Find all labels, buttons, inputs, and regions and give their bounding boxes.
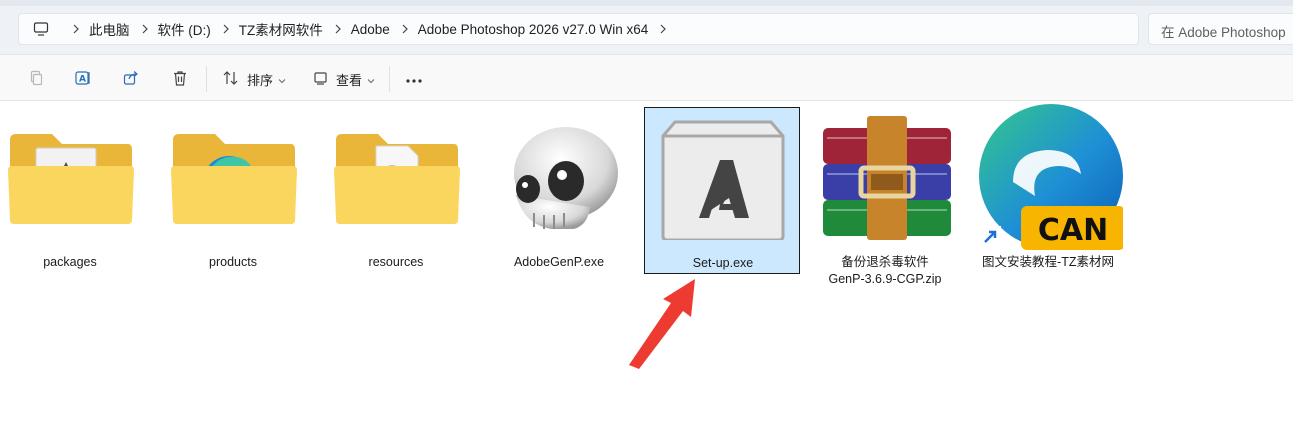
file-name: resources [368, 255, 424, 269]
address-bar[interactable]: 此电脑 软件 (D:) TZ素材网软件 Adobe Adobe Photosho… [18, 13, 1139, 45]
breadcrumb-item-photoshop[interactable]: Adobe Photoshop 2026 v27.0 Win x64 [392, 14, 650, 44]
file-name: 备份退杀毒软件 GenP-3.6.9-CGP.zip [807, 254, 963, 288]
more-button[interactable] [400, 64, 428, 94]
breadcrumb-label[interactable]: Adobe [351, 22, 392, 37]
more-icon [405, 72, 423, 87]
share-button[interactable] [117, 64, 145, 94]
file-item-setup[interactable]: Set-up.exe [644, 107, 800, 274]
skull-icon [481, 107, 637, 247]
file-name: products [209, 255, 257, 269]
file-name: packages [43, 255, 97, 269]
file-item-resources[interactable]: resources [318, 107, 474, 273]
breadcrumb-label[interactable]: 此电脑 [89, 19, 132, 39]
can-badge: CAN [1038, 213, 1108, 248]
folder-icon [0, 107, 148, 247]
chevron-right-icon[interactable] [650, 24, 676, 34]
chevron-down-icon [367, 72, 375, 87]
file-name-line2: GenP-3.6.9-CGP.zip [828, 272, 942, 286]
command-bar: A 排序 查看 [0, 54, 1293, 101]
breadcrumb-expand[interactable] [650, 14, 676, 44]
view-button[interactable]: 查看 [308, 64, 380, 94]
breadcrumb-item-adobe[interactable]: Adobe [325, 14, 392, 44]
file-item-genp-zip[interactable]: 备份退杀毒软件 GenP-3.6.9-CGP.zip [807, 107, 963, 286]
rename-icon: A [74, 69, 92, 90]
delete-button[interactable] [166, 64, 194, 94]
breadcrumb-item-drive-d[interactable]: 软件 (D:) [132, 14, 213, 44]
svg-text:A: A [79, 74, 86, 84]
folder-icon [318, 107, 474, 247]
annotation-arrow-icon [625, 277, 705, 374]
breadcrumb-label[interactable]: 软件 (D:) [158, 19, 213, 39]
chevron-right-icon[interactable] [63, 24, 89, 34]
breadcrumb-label[interactable]: TZ素材网软件 [239, 19, 325, 39]
rename-button[interactable]: A [69, 64, 97, 94]
file-name: 图文安装教程-TZ素材网 [982, 255, 1114, 269]
computer-icon[interactable] [19, 21, 63, 37]
breadcrumb-item-tz[interactable]: TZ素材网软件 [213, 14, 325, 44]
folder-icon [155, 107, 311, 247]
search-input[interactable]: 在 Adobe Photoshop [1148, 13, 1293, 45]
file-item-products[interactable]: products [155, 107, 311, 273]
tab-edge [0, 0, 1293, 6]
chevron-down-icon [278, 72, 286, 87]
file-item-tutorial-shortcut[interactable]: CAN 图文安装教程-TZ素材网 [970, 104, 1126, 273]
file-name: Set-up.exe [692, 256, 754, 270]
file-list: packages products resources AdobeGenP.ex… [0, 101, 1293, 441]
file-item-packages[interactable]: packages [0, 107, 148, 273]
sort-icon [222, 70, 240, 89]
toolbar-divider [389, 66, 390, 92]
share-icon [122, 69, 140, 90]
view-icon [313, 71, 329, 88]
chevron-right-icon[interactable] [325, 24, 351, 34]
sort-label: 排序 [246, 72, 273, 88]
copy-icon [27, 69, 45, 90]
breadcrumb-item-this-pc[interactable]: 此电脑 [63, 14, 132, 44]
edge-icon: CAN [970, 104, 1126, 250]
view-label: 查看 [335, 72, 362, 88]
adobe-installer-icon [645, 108, 801, 248]
breadcrumb-label[interactable]: Adobe Photoshop 2026 v27.0 Win x64 [418, 22, 650, 37]
chevron-right-icon[interactable] [213, 24, 239, 34]
file-name-line1: 备份退杀毒软件 [841, 255, 929, 269]
sort-button[interactable]: 排序 [218, 64, 290, 94]
file-item-adobegenp[interactable]: AdobeGenP.exe [481, 107, 637, 273]
chevron-right-icon[interactable] [392, 24, 418, 34]
chevron-right-icon[interactable] [132, 24, 158, 34]
delete-icon [171, 69, 189, 90]
file-name: AdobeGenP.exe [513, 255, 605, 269]
winrar-archive-icon [807, 107, 963, 247]
copy-button[interactable] [22, 64, 50, 94]
toolbar-divider [206, 66, 207, 92]
